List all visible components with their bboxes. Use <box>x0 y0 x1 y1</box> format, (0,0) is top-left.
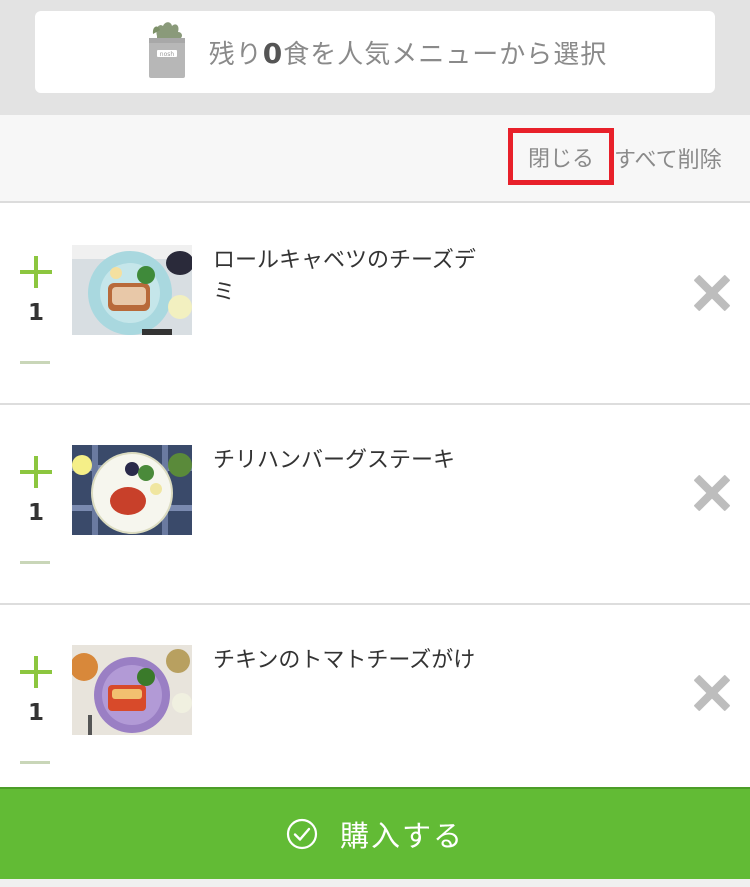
menu-item-name: ロールキャベツのチーズデミ <box>213 248 476 305</box>
remaining-count: 0 <box>262 36 284 70</box>
menu-item-image <box>72 445 192 535</box>
quantity-value: 1 <box>28 500 45 526</box>
menu-item-name: チキンのトマトチーズがけ <box>213 648 476 673</box>
cart-item: 1 ロールキャベツのチーズデミ <box>0 205 750 405</box>
remove-item-icon[interactable] <box>694 475 730 511</box>
remove-item-icon[interactable] <box>694 275 730 311</box>
delete-all-button[interactable]: すべて削除 <box>614 142 722 174</box>
quantity-increase-button[interactable] <box>16 452 56 492</box>
quantity-decrease-button[interactable] <box>18 753 52 773</box>
recommend-text: 残り0食を人気メニューから選択 <box>208 36 608 70</box>
quantity-value: 1 <box>28 700 45 726</box>
bottom-strip <box>0 879 750 887</box>
svg-text:nosh: nosh <box>160 51 175 58</box>
shopping-bag-icon: nosh <box>148 22 185 78</box>
remove-item-icon[interactable] <box>694 675 730 711</box>
menu-item-image <box>72 245 192 335</box>
purchase-button[interactable]: 購入する <box>0 787 750 879</box>
quantity-increase-button[interactable] <box>16 252 56 292</box>
menu-item-image <box>72 645 192 735</box>
menu-item-name: チリハンバーグステーキ <box>213 448 456 473</box>
quantity-decrease-button[interactable] <box>18 353 52 373</box>
check-circle-icon <box>286 818 318 850</box>
close-button[interactable]: 閉じる <box>508 128 614 185</box>
cart-item: 1 チリハンバーグステーキ <box>0 405 750 605</box>
select-popular-menu-button[interactable]: nosh 残り0食を人気メニューから選択 <box>35 11 715 93</box>
cart-item: 1 チキンのトマトチーズがけ <box>0 605 750 805</box>
quantity-decrease-button[interactable] <box>18 553 52 573</box>
quantity-value: 1 <box>28 300 45 326</box>
purchase-label: 購入する <box>339 819 464 853</box>
top-banner: nosh 残り0食を人気メニューから選択 <box>0 0 750 115</box>
cart-controls-bar: 閉じる すべて削除 <box>0 115 750 203</box>
quantity-increase-button[interactable] <box>16 652 56 692</box>
